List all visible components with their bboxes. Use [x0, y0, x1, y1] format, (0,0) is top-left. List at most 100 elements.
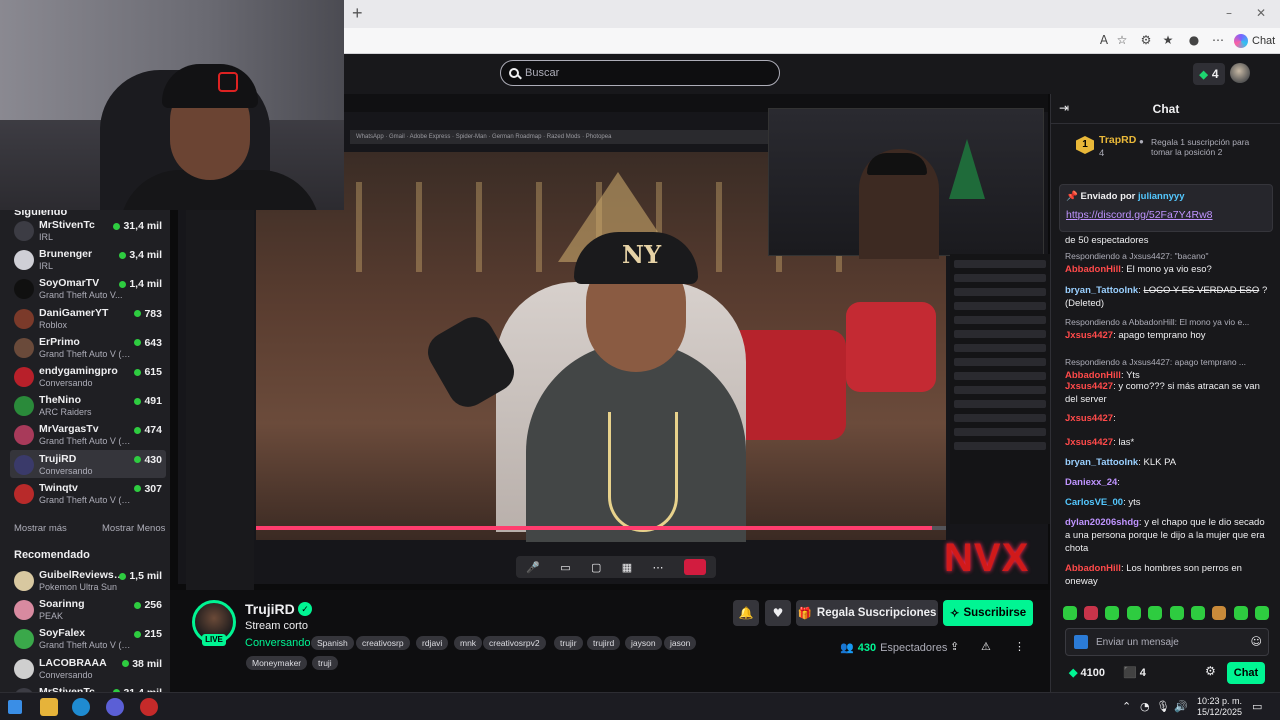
minimize-icon[interactable]: – [1226, 6, 1232, 20]
chat-settings-icon[interactable]: ⚙ [1205, 664, 1216, 678]
chat-message[interactable]: dylan20206shdg: y el chapo que le dio se… [1065, 516, 1271, 555]
stream-tag[interactable]: truji [312, 656, 338, 670]
following-channel[interactable]: ErPrimo Grand Theft Auto V (G... 643 [10, 333, 166, 361]
channel-name: Brunenger [39, 248, 93, 261]
send-chat-button[interactable]: Chat [1227, 662, 1265, 684]
following-channel[interactable]: endygamingpro Conversando 615 [10, 362, 166, 390]
following-channel[interactable]: Twinqtv Grand Theft Auto V (G... 307 [10, 479, 166, 507]
follow-heart-button[interactable]: ♥ [765, 600, 791, 626]
channel-name: MrVargasTv [39, 423, 99, 436]
notifications-icon[interactable]: ▭ [1252, 700, 1262, 713]
channel-category: Grand Theft Auto V (G... [39, 494, 135, 505]
edge-browser-icon[interactable] [72, 698, 90, 716]
following-channel[interactable]: Brunenger IRL 3,4 mil [10, 245, 166, 273]
notifications-badge[interactable]: ◆ 4 [1193, 63, 1225, 85]
recommended-channel[interactable]: MrStivenTc31,4 mil [10, 683, 166, 692]
chat-message[interactable]: bryan_TattooInk: KLK PA [1065, 456, 1271, 469]
chat-message[interactable]: de 50 espectadores [1065, 234, 1271, 247]
chat-message[interactable]: Daniexx_24: [1065, 476, 1271, 489]
copilot-chat-button[interactable]: Chat [1234, 31, 1275, 51]
stream-tag[interactable]: trujird [587, 636, 621, 650]
chat-message[interactable]: AbbadonHill: Los hombres son perros en o… [1065, 562, 1271, 588]
stream-tag[interactable]: creativosrp [356, 636, 410, 650]
favorite-star-icon[interactable]: ☆ [1114, 33, 1130, 49]
search-input[interactable]: Buscar [500, 60, 780, 86]
recommended-channel[interactable]: SoyFalex Grand Theft Auto V (G... 215 [10, 624, 166, 652]
stream-tag[interactable]: mnk [454, 636, 483, 650]
subscribe-button[interactable]: ✧ Suscribirse [943, 600, 1033, 626]
file-explorer-icon[interactable] [40, 698, 58, 716]
hype-count[interactable]: ⬛ 4 [1123, 666, 1146, 679]
show-less-link[interactable]: Mostrar Menos [102, 523, 165, 534]
user-avatar[interactable] [1230, 63, 1250, 83]
emote-icon[interactable] [1212, 606, 1227, 620]
chat-message[interactable]: Jxsus4427: y como??? si más atracan se v… [1065, 380, 1271, 406]
emote-icon[interactable] [1084, 606, 1099, 620]
windows-start-icon[interactable] [8, 700, 22, 714]
emote-icon[interactable] [1169, 606, 1184, 620]
discord-link[interactable]: https://discord.gg/52Fa7Y4Rw8 [1066, 209, 1213, 221]
close-window-icon[interactable]: ✕ [1256, 6, 1266, 20]
leader-name[interactable]: TrapRD [1099, 134, 1136, 146]
chat-message[interactable]: Jxsus4427: [1065, 412, 1271, 425]
more-menu-icon[interactable]: ⋯ [1210, 33, 1226, 49]
profile-icon[interactable]: ● [1186, 33, 1202, 49]
channel-name[interactable]: TrujiRD [245, 601, 295, 617]
mic-tray-icon[interactable]: 🎙 [1156, 700, 1170, 713]
following-channel[interactable]: SoyOmarTV Grand Theft Auto V... 1,4 mil [10, 274, 166, 302]
chat-message[interactable]: bryan_TattooInk: LOCO Y ES VERDAD ESO ? … [1065, 284, 1271, 310]
stream-tag[interactable]: rdjavi [416, 636, 449, 650]
stream-tag[interactable]: Moneymaker [246, 656, 308, 670]
chat-message[interactable]: Jxsus4427: las* [1065, 436, 1271, 449]
show-more-link[interactable]: Mostrar más [14, 523, 67, 534]
channel-points-icon[interactable] [1074, 635, 1088, 649]
recommended-channel[interactable]: LACOBRAAA Conversando 38 mil [10, 654, 166, 682]
new-tab-button[interactable]: + [352, 4, 368, 22]
channel-category: Conversando [39, 378, 93, 388]
stream-tag[interactable]: creativosrpv2 [483, 636, 546, 650]
guest-camera [768, 108, 1044, 259]
chat-username: AbbadonHill [1065, 563, 1121, 574]
leader-gift-text[interactable]: Regala 1 suscripción para tomar la posic… [1139, 137, 1261, 157]
stream-tag[interactable]: jason [664, 636, 697, 650]
more-options-icon[interactable]: ⋮ [1014, 640, 1025, 653]
stream-tag[interactable]: trujir [554, 636, 583, 650]
share-icon[interactable]: ⇪ [950, 640, 959, 653]
chat-message-input[interactable]: Enviar un mensaje ☺ [1065, 628, 1269, 656]
stream-tag[interactable]: jayson [625, 636, 662, 650]
stream-tag[interactable]: Spanish [311, 636, 354, 650]
chat-message[interactable]: CarlosVE_00: yts [1065, 496, 1271, 509]
chat-message[interactable]: Respondiendo a AbbadonHill: El mono ya v… [1065, 316, 1271, 342]
chat-message[interactable]: Respondiendo a Jxsus4427: "bacano" Abbado… [1065, 250, 1271, 276]
stream-category[interactable]: Conversando [245, 637, 310, 649]
emote-icon[interactable] [1255, 606, 1270, 620]
volume-icon[interactable]: 🔊 [1174, 700, 1188, 713]
following-channel[interactable]: TrujiRD Conversando 430 [10, 449, 166, 478]
following-channel[interactable]: TheNino ARC Raiders 491 [10, 391, 166, 419]
gift-subs-button[interactable]: 🎁 Regala Suscripciones [796, 600, 938, 626]
notification-bell-button[interactable]: 🔔 [733, 600, 759, 626]
network-icon[interactable]: ◔ [1140, 700, 1150, 713]
emote-icon[interactable] [1126, 606, 1141, 620]
report-icon[interactable]: ⚠ [981, 640, 991, 653]
emote-icon[interactable] [1062, 606, 1077, 620]
tray-chevron-icon[interactable]: ⌃ [1122, 700, 1131, 713]
obs-icon[interactable] [140, 698, 158, 716]
chat-message[interactable]: Respondiendo a Jxsus4427: apago temprano… [1065, 356, 1271, 382]
following-channel[interactable]: MrVargasTv Grand Theft Auto V (G... 474 [10, 420, 166, 448]
read-aloud-icon[interactable]: A [1096, 33, 1112, 49]
following-channel[interactable]: MrStivenTc IRL 31,4 mil [10, 216, 166, 244]
following-channel[interactable]: DaniGamerYT Roblox 783 [10, 304, 166, 332]
channel-points[interactable]: ◆ 4100 [1069, 666, 1105, 679]
emote-icon[interactable] [1105, 606, 1120, 620]
recommended-channel[interactable]: Soarinng PEAK 256 [10, 595, 166, 623]
discord-icon[interactable] [106, 698, 124, 716]
clock[interactable]: 10:23 p. m. 15/12/2025 [1194, 696, 1242, 718]
favorites-icon[interactable]: ★ [1160, 33, 1176, 49]
emote-icon[interactable] [1233, 606, 1248, 620]
recommended-channel[interactable]: GuibelReviewsD... Pokemon Ultra Sun 1,5 mi… [10, 566, 166, 594]
extensions-icon[interactable]: ⚙ [1138, 33, 1154, 49]
emote-picker-icon[interactable]: ☺ [1251, 635, 1262, 648]
emote-icon[interactable] [1191, 606, 1206, 620]
emote-icon[interactable] [1148, 606, 1163, 620]
